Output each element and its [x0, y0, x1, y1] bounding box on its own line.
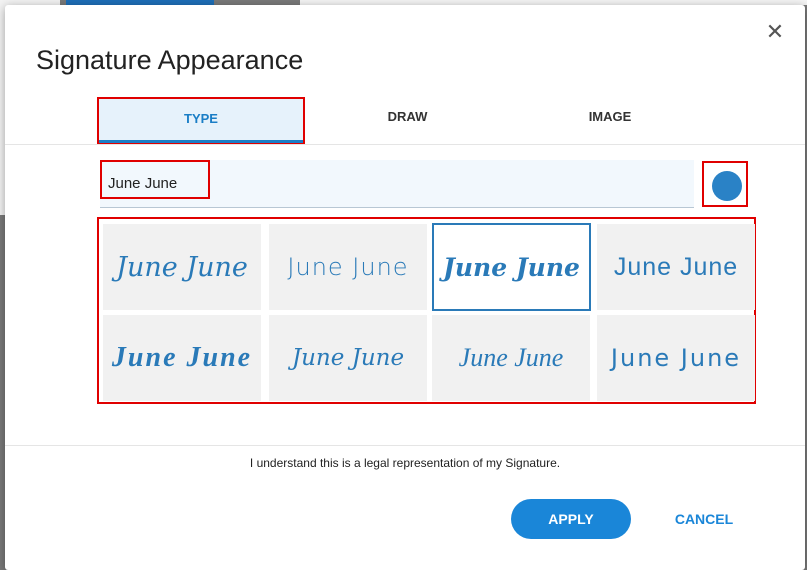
tab-draw[interactable]: DRAW	[305, 97, 510, 145]
signature-appearance-dialog: ✕ Signature Appearance TYPE DRAW IMAGE J…	[5, 5, 805, 570]
signature-option-3-selected[interactable]: June June	[432, 223, 591, 311]
signature-name-input[interactable]	[100, 160, 694, 207]
color-picker-button[interactable]	[702, 161, 748, 207]
signature-option-8[interactable]: June June	[597, 315, 755, 401]
signature-style-grid: June June June June June June June June …	[97, 217, 756, 404]
apply-button[interactable]: APPLY	[511, 499, 631, 539]
signature-option-1[interactable]: June June	[103, 224, 261, 310]
signature-option-2[interactable]: June June	[269, 224, 427, 310]
tab-image[interactable]: IMAGE	[510, 97, 710, 145]
color-swatch	[712, 171, 742, 201]
tab-type[interactable]: TYPE	[97, 97, 305, 145]
tabs-divider	[5, 144, 805, 145]
dialog-title: Signature Appearance	[36, 45, 304, 75]
signature-option-4[interactable]: June June	[597, 224, 755, 310]
footer-divider	[5, 445, 805, 446]
signature-option-7[interactable]: June June	[432, 315, 590, 401]
active-tab-indicator	[99, 140, 303, 143]
cancel-button[interactable]: CANCEL	[664, 499, 744, 539]
signature-option-6[interactable]: June June	[269, 315, 427, 401]
signature-option-5[interactable]: June June	[103, 315, 261, 401]
tab-image-label: IMAGE	[588, 109, 632, 124]
signature-name-field[interactable]	[100, 160, 694, 208]
tab-type-label: TYPE	[184, 111, 218, 126]
tab-draw-label: DRAW	[387, 109, 428, 124]
legal-disclaimer: I understand this is a legal representat…	[249, 456, 561, 470]
tab-bar: TYPE DRAW IMAGE	[97, 97, 710, 145]
close-icon[interactable]: ✕	[764, 21, 786, 43]
